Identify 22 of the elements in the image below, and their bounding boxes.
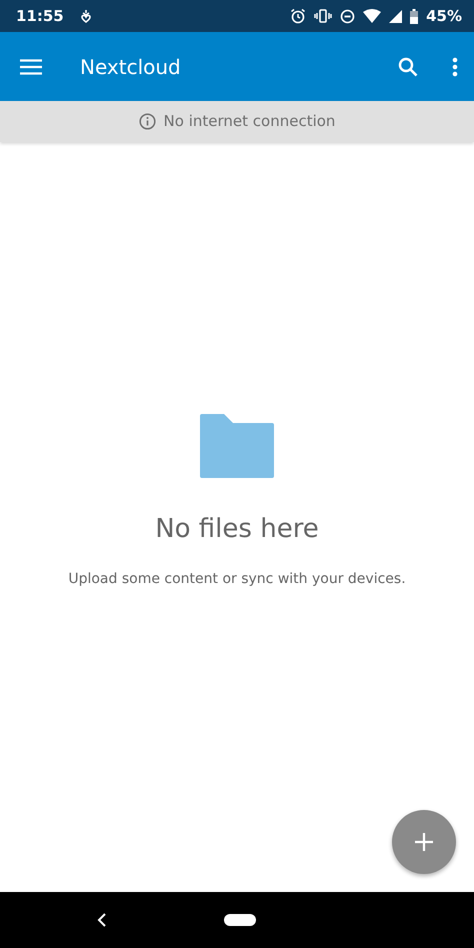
- alarm-icon: [290, 8, 306, 24]
- battery-icon: [410, 8, 418, 24]
- app-title: Nextcloud: [80, 54, 181, 80]
- more-options-icon[interactable]: [452, 56, 458, 76]
- offline-banner-text: No internet connection: [164, 111, 336, 132]
- add-button[interactable]: [392, 810, 456, 874]
- status-time: 11:55: [16, 6, 64, 27]
- folder-icon: [200, 414, 274, 478]
- empty-state-title: No files here: [155, 513, 319, 546]
- empty-state-message: Upload some content or sync with your devices.: [68, 570, 406, 589]
- battery-percentage: 45%: [426, 6, 462, 27]
- plus-icon: [415, 833, 433, 851]
- wifi-icon: [363, 9, 382, 23]
- home-button[interactable]: [224, 914, 256, 926]
- info-icon: [138, 113, 156, 130]
- signal-icon: [389, 10, 402, 22]
- notification-icon: [80, 9, 92, 23]
- search-icon[interactable]: [398, 56, 418, 76]
- vibrate-icon: [314, 9, 332, 23]
- back-icon[interactable]: [97, 913, 107, 927]
- menu-icon[interactable]: [20, 58, 42, 74]
- do-not-disturb-icon: [340, 8, 356, 24]
